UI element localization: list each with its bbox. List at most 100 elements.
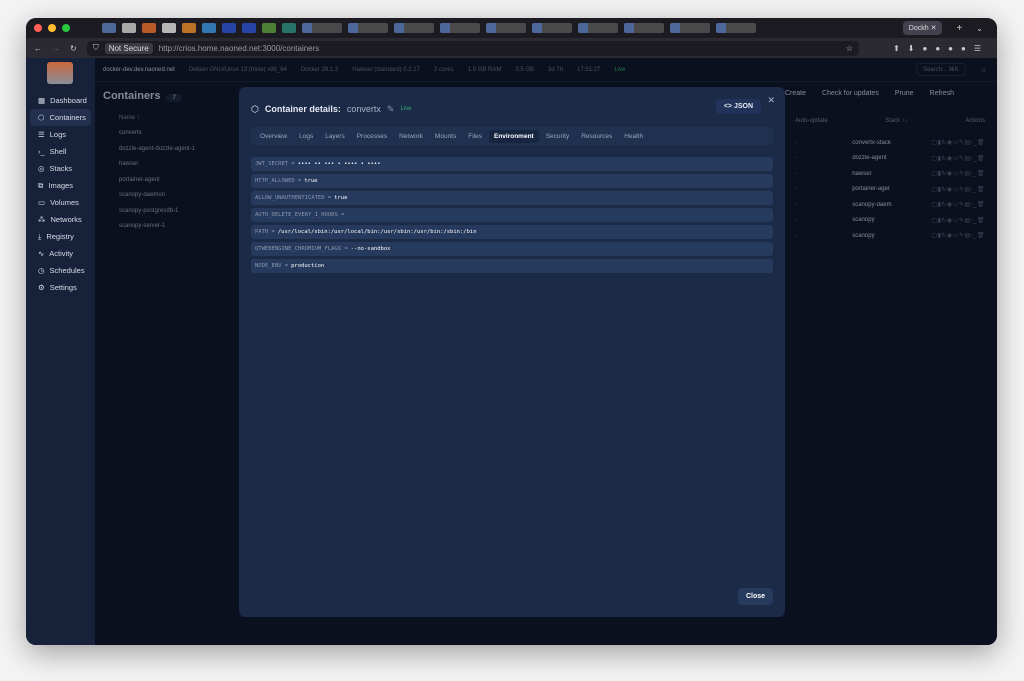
chevron-down-icon[interactable]: ⌄ xyxy=(976,24,983,33)
tab-network[interactable]: Network xyxy=(394,130,428,143)
browser-tab[interactable] xyxy=(122,23,136,33)
browser-tab[interactable] xyxy=(302,23,342,33)
dashboard-icon: ▦ xyxy=(38,96,45,105)
tab-bar: Dockh ✕ + ⌄ xyxy=(26,18,997,38)
new-tab-button[interactable]: + xyxy=(956,23,962,34)
browser-tab[interactable] xyxy=(142,23,156,33)
volumes-icon: ▭ xyxy=(38,198,45,207)
activity-icon: ∿ xyxy=(38,249,44,258)
sidebar-item-label: Logs xyxy=(50,130,66,139)
networks-icon: ⁂ xyxy=(38,215,46,224)
schedules-icon: ◷ xyxy=(38,266,45,275)
sidebar-item-schedules[interactable]: ◷ Schedules xyxy=(30,262,91,279)
sidebar-item-volumes[interactable]: ▭ Volumes xyxy=(30,194,91,211)
env-key: PATH xyxy=(255,229,268,235)
browser-tab[interactable] xyxy=(182,23,196,33)
sidebar-item-label: Settings xyxy=(50,283,77,292)
env-key: NODE_ENV xyxy=(255,263,282,269)
browser-tab[interactable] xyxy=(242,23,256,33)
tab-layers[interactable]: Layers xyxy=(320,130,350,143)
sidebar-item-dashboard[interactable]: ▦Dashboard xyxy=(30,92,91,109)
extensions-icon[interactable]: ⬆⬇●●●●☰ xyxy=(869,44,989,53)
sidebar-item-label: Images xyxy=(48,181,73,190)
sidebar-item-settings[interactable]: ⚙Settings xyxy=(30,279,91,296)
container-name: convertx xyxy=(347,104,381,114)
env-key: HTTP_ALLOWED xyxy=(255,178,295,184)
url-field[interactable]: ⛉ Not Secure http://crios.home.naoned.ne… xyxy=(87,41,859,56)
sidebar-item-label: Volumes xyxy=(50,198,79,207)
env-variable-row: NODE_ENV =production xyxy=(251,259,773,273)
sidebar-item-label: Registry xyxy=(46,232,74,241)
maximize-window-button[interactable] xyxy=(62,24,70,32)
tab-health[interactable]: Health xyxy=(619,130,648,143)
sidebar-item-registry[interactable]: ⤓Registry xyxy=(30,228,91,245)
live-indicator: Live xyxy=(400,106,411,112)
env-variable-row: AUTO_DELETE_EVERY_1_HOURS = xyxy=(251,208,773,222)
browser-tab[interactable] xyxy=(282,23,296,33)
json-button[interactable]: <> JSON xyxy=(716,99,761,114)
sidebar-item-networks[interactable]: ⁂Networks xyxy=(30,211,91,228)
tab-mounts[interactable]: Mounts xyxy=(430,130,461,143)
close-button[interactable]: Close xyxy=(738,588,773,605)
browser-tab[interactable] xyxy=(440,23,480,33)
browser-window: Dockh ✕ + ⌄ ← → ↻ ⛉ Not Secure http://cr… xyxy=(26,18,997,645)
tab-overview[interactable]: Overview xyxy=(255,130,292,143)
bookmark-star-icon[interactable]: ☆ xyxy=(846,44,853,53)
reload-icon[interactable]: ↻ xyxy=(70,44,77,53)
forward-icon[interactable]: → xyxy=(52,44,60,53)
browser-tab[interactable] xyxy=(222,23,236,33)
env-value: production xyxy=(291,263,324,269)
browser-tab[interactable] xyxy=(532,23,572,33)
tab-logs[interactable]: Logs xyxy=(294,130,318,143)
sidebar-item-shell[interactable]: ›_Shell xyxy=(30,143,91,160)
url-text[interactable]: http://crios.home.naoned.net:3000/contai… xyxy=(159,44,320,53)
browser-tab[interactable] xyxy=(624,23,664,33)
tab-processes[interactable]: Processes xyxy=(352,130,392,143)
back-icon[interactable]: ← xyxy=(34,44,42,53)
containers-icon: ⬡ xyxy=(38,113,45,122)
browser-tab[interactable] xyxy=(202,23,216,33)
env-key: QTWEBENGINE_CHROMIUM_FLAGS xyxy=(255,246,341,252)
tab-environment[interactable]: Environment xyxy=(489,130,539,143)
active-browser-tab[interactable]: Dockh ✕ xyxy=(903,21,943,35)
not-secure-badge[interactable]: Not Secure xyxy=(105,43,153,54)
env-value: true xyxy=(334,195,347,201)
env-key: JWT_SECRET xyxy=(255,161,288,167)
browser-tab[interactable] xyxy=(578,23,618,33)
env-value: •••• •• ••• • •••• • •••• xyxy=(298,161,381,167)
browser-tab[interactable] xyxy=(394,23,434,33)
close-icon[interactable]: ✕ xyxy=(767,95,775,106)
sidebar-item-stacks[interactable]: ◎Stacks xyxy=(30,160,91,177)
sidebar-item-images[interactable]: ⧉Images xyxy=(30,177,91,194)
env-key: ALLOW_UNAUTHENTICATED xyxy=(255,195,325,201)
browser-tab[interactable] xyxy=(262,23,276,33)
tab-files[interactable]: Files xyxy=(463,130,487,143)
sidebar-item-label: Containers xyxy=(50,113,86,122)
environment-list: JWT_SECRET =•••• •• ••• • •••• • •••• HTT… xyxy=(251,157,773,273)
sidebar-item-containers[interactable]: ⬡ Containers xyxy=(30,109,91,126)
sidebar-item-logs[interactable]: ☰Logs xyxy=(30,126,91,143)
sidebar-item-activity[interactable]: ∿Activity xyxy=(30,245,91,262)
sidebar-item-label: Schedules xyxy=(50,266,85,275)
browser-tab[interactable] xyxy=(486,23,526,33)
shell-icon: ›_ xyxy=(38,147,45,156)
tab-security[interactable]: Security xyxy=(541,130,574,143)
address-bar: ← → ↻ ⛉ Not Secure http://crios.home.nao… xyxy=(26,38,997,58)
browser-tab[interactable] xyxy=(102,23,116,33)
browser-tab[interactable] xyxy=(670,23,710,33)
dockhand-logo xyxy=(47,62,73,84)
browser-tab[interactable] xyxy=(716,23,756,33)
env-value: true xyxy=(304,178,317,184)
browser-tab[interactable] xyxy=(162,23,176,33)
edit-pencil-icon[interactable]: ✎ xyxy=(387,104,395,115)
env-variable-row: QTWEBENGINE_CHROMIUM_FLAGS =--no-sandbox xyxy=(251,242,773,256)
browser-tab[interactable] xyxy=(348,23,388,33)
modal-title: ⬡ Container details:convertx ✎ Live xyxy=(251,101,773,117)
stacks-icon: ◎ xyxy=(38,164,45,173)
close-window-button[interactable] xyxy=(34,24,42,32)
sidebar: ▦Dashboard ⬡ Containers ☰Logs›_Shell◎Stacks… xyxy=(26,58,95,645)
tab-resources[interactable]: Resources xyxy=(576,130,617,143)
env-variable-row: JWT_SECRET =•••• •• ••• • •••• • •••• xyxy=(251,157,773,171)
container-details-modal: ⬡ Container details:convertx ✎ Live <> J… xyxy=(239,87,785,617)
minimize-window-button[interactable] xyxy=(48,24,56,32)
